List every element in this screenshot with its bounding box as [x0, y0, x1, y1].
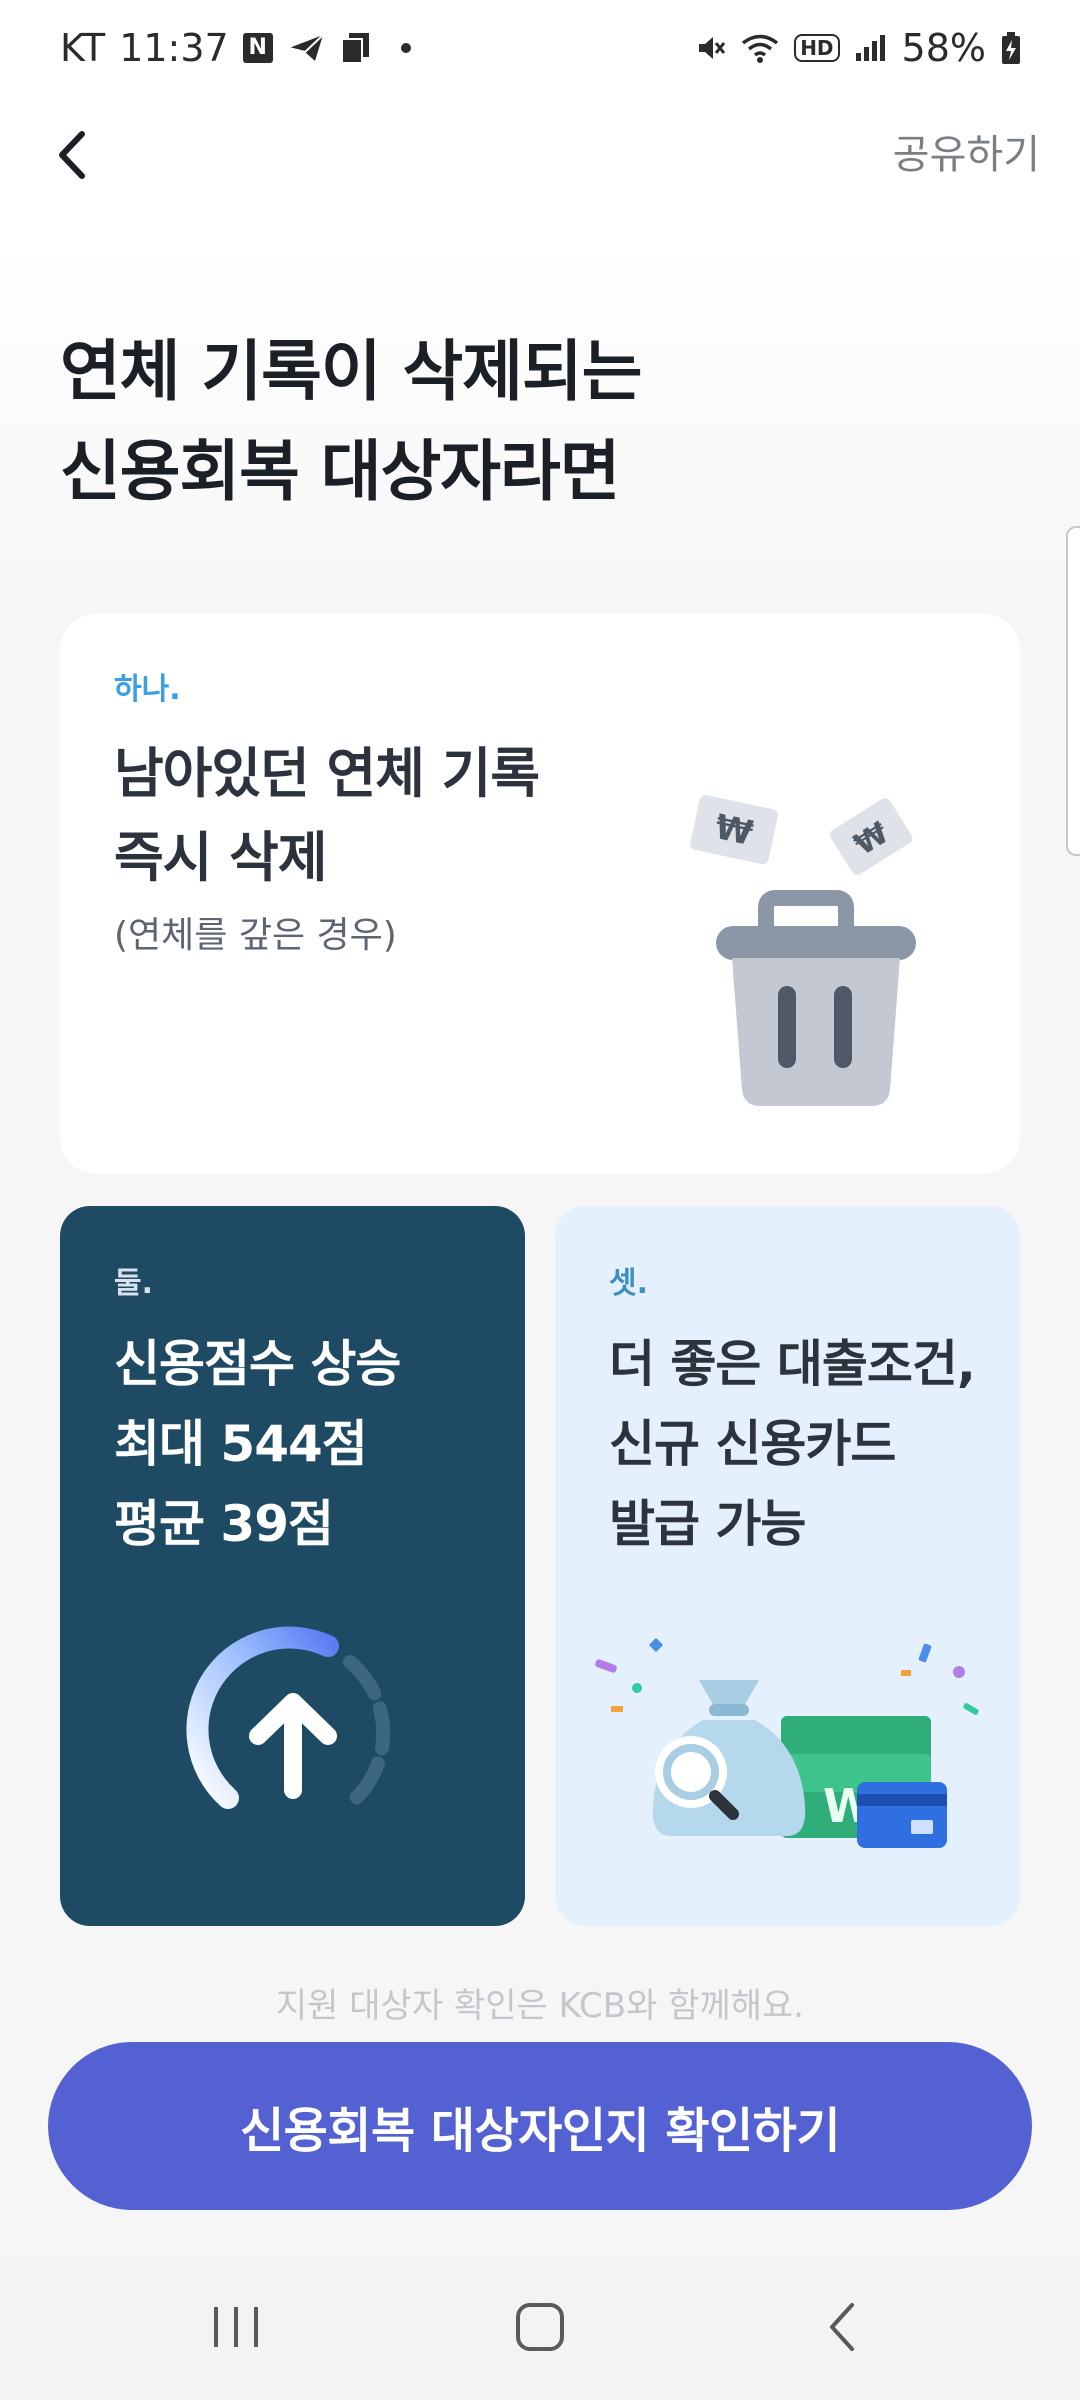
recent-apps-icon[interactable] — [206, 2295, 266, 2359]
card-heading-line: 남아있던 연체 기록 — [114, 742, 540, 805]
mute-icon — [699, 37, 726, 59]
card-heading: 신용점수 상승 최대 544점 평균 39점 — [114, 1324, 401, 1564]
score-up-arrow-icon — [186, 1626, 391, 1809]
card-heading-line: 평균 39점 — [114, 1495, 334, 1553]
status-right: HD 58% — [696, 26, 1022, 70]
chevron-left-icon — [59, 131, 85, 179]
hd-voice-badge: HD — [794, 34, 840, 62]
wifi-icon — [742, 34, 779, 63]
status-left: KT 11:37 N — [60, 26, 411, 70]
card-number: 둘. — [114, 1266, 153, 1301]
system-nav-bar — [0, 2255, 1080, 2400]
kcb-notice: 지원 대상자 확인은 KCB와 함께해요. — [275, 1986, 805, 2026]
page-title-line1: 연체 기록이 삭제되는 — [60, 333, 642, 410]
trash-bin-with-bills-icon: ₩ ₩ — [690, 794, 916, 1106]
card-heading-line: 신규 신용카드 — [609, 1415, 896, 1473]
signal-icon — [855, 35, 885, 61]
card-heading-line: 즉시 삭제 — [114, 826, 328, 889]
home-icon[interactable] — [510, 2295, 570, 2359]
money-bag-card-icon: W — [595, 1637, 979, 1848]
card-heading-line: 더 좋은 대출조건, — [609, 1335, 976, 1393]
carrier-label: KT — [60, 26, 106, 70]
card-heading: 남아있던 연체 기록 즉시 삭제 — [114, 732, 540, 900]
benefit-card-delete-record: 하나. 남아있던 연체 기록 즉시 삭제 (연체를 갚은 경우) ₩ ₩ — [60, 614, 1020, 1174]
card-number: 셋. — [609, 1266, 648, 1301]
status-bar: KT 11:37 N HD 58% — [0, 0, 1080, 100]
clock: 11:37 — [119, 26, 229, 70]
battery-charging-icon — [1002, 32, 1020, 64]
edge-panel-handle[interactable] — [1066, 526, 1080, 856]
benefit-card-new-credit: 셋. 더 좋은 대출조건, 신규 신용카드 발급 가능 W — [555, 1206, 1020, 1926]
card-heading-line: 신용점수 상승 — [114, 1335, 401, 1393]
copy-icon — [340, 33, 369, 64]
nav-back-icon[interactable] — [814, 2295, 874, 2359]
card-heading: 더 좋은 대출조건, 신규 신용카드 발급 가능 — [609, 1324, 976, 1564]
page-title: 연체 기록이 삭제되는 신용회복 대상자라면 — [60, 322, 642, 522]
card-heading-line: 발급 가능 — [609, 1495, 806, 1553]
card-note: (연체를 갚은 경우) — [114, 915, 397, 956]
check-eligibility-button[interactable]: 신용회복 대상자인지 확인하기 — [48, 2042, 1032, 2210]
more-notifications-dot — [400, 43, 411, 53]
back-button[interactable] — [48, 120, 108, 190]
card-number: 하나. — [114, 672, 181, 707]
page-title-line2: 신용회복 대상자라면 — [60, 433, 620, 510]
card-heading-line: 최대 544점 — [114, 1415, 368, 1473]
benefit-card-score-up: 둘. 신용점수 상승 최대 544점 평균 39점 — [60, 1206, 525, 1926]
share-button[interactable]: 공유하기 — [893, 122, 1040, 180]
battery-percent: 58% — [901, 26, 986, 70]
paper-plane-icon — [288, 34, 324, 61]
naver-notification-icon: N — [242, 33, 273, 63]
screen: KT 11:37 N HD 58% 공유하기 연체 기록이 삭제되는 신용회복 … — [0, 0, 1080, 2400]
